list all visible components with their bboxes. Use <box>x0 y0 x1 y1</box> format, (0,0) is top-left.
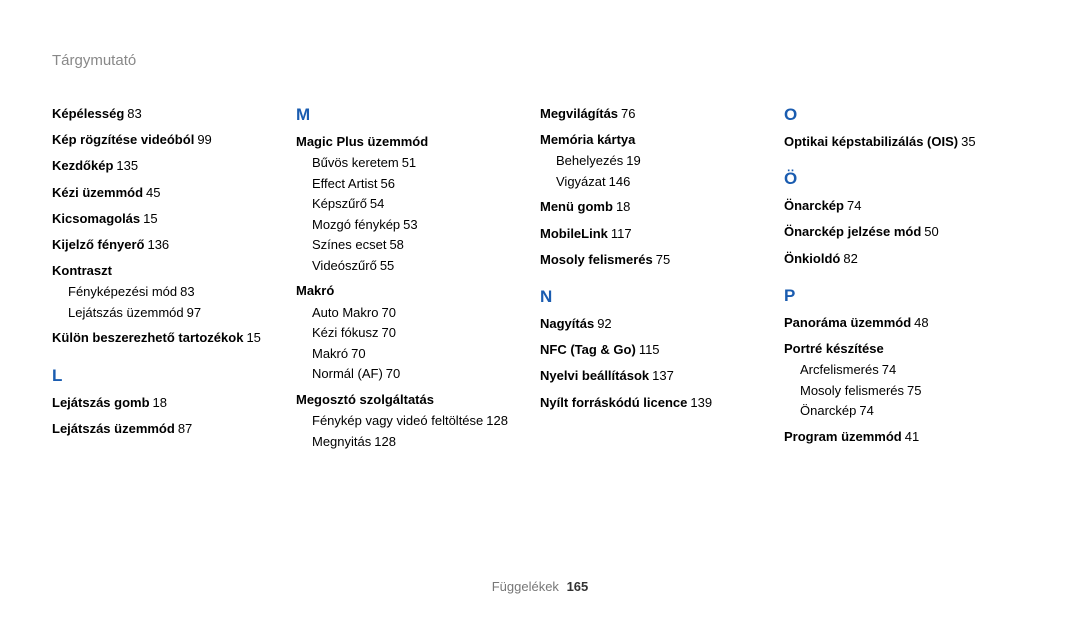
index-entry: Kijelző fényerő136 <box>52 236 276 254</box>
index-subentry: Bűvös keretem51 <box>312 154 520 172</box>
column-4: O Optikai képstabilizálás (OIS)35 Ö Önar… <box>784 105 1028 458</box>
index-entry: Kezdőkép135 <box>52 157 276 175</box>
index-subentry: Arcfelismerés74 <box>800 361 1008 379</box>
index-subentry: Auto Makro70 <box>312 304 520 322</box>
index-subentry: Mozgó fénykép53 <box>312 216 520 234</box>
index-entry: Memória kártya <box>540 131 764 149</box>
index-subentry: Képszűrő54 <box>312 195 520 213</box>
index-entry: Nagyítás92 <box>540 315 764 333</box>
column-2: M Magic Plus üzemmód Bűvös keretem51 Eff… <box>296 105 540 458</box>
index-entry: Lejátszás üzemmód87 <box>52 420 276 438</box>
index-entry: Makró <box>296 282 520 300</box>
index-entry: Panoráma üzemmód48 <box>784 314 1008 332</box>
index-subentry: Videószűrő55 <box>312 257 520 275</box>
index-group-megoszto: Megosztó szolgáltatás Fénykép vagy videó… <box>296 391 520 450</box>
index-entry: Képélesség83 <box>52 105 276 123</box>
index-entry: Optikai képstabilizálás (OIS)35 <box>784 133 1008 151</box>
index-entry: Megosztó szolgáltatás <box>296 391 520 409</box>
index-entry: Lejátszás gomb18 <box>52 394 276 412</box>
index-group-portre: Portré készítése Arcfelismerés74 Mosoly … <box>784 340 1008 420</box>
index-entry: Program üzemmód41 <box>784 428 1008 446</box>
section-letter-m: M <box>296 105 520 125</box>
index-subentry: Lejátszás üzemmód97 <box>68 304 276 322</box>
footer-page-number: 165 <box>567 579 589 594</box>
footer-label: Függelékek <box>492 579 559 594</box>
section-letter-o-umlaut: Ö <box>784 169 1008 189</box>
page-footer: Függelékek 165 <box>0 579 1080 594</box>
column-1: Képélesség83 Kép rögzítése videóból99 Ke… <box>52 105 296 458</box>
section-letter-n: N <box>540 287 764 307</box>
index-columns: Képélesség83 Kép rögzítése videóból99 Ke… <box>52 105 1028 458</box>
index-subentry: Megnyitás128 <box>312 433 520 451</box>
index-subentry: Behelyezés19 <box>556 152 764 170</box>
index-group-memoria: Memória kártya Behelyezés19 Vigyázat146 <box>540 131 764 190</box>
index-entry: Kézi üzemmód45 <box>52 184 276 202</box>
index-entry: Menü gomb18 <box>540 198 764 216</box>
index-entry: NFC (Tag & Go)115 <box>540 341 764 359</box>
index-subentry: Mosoly felismerés75 <box>800 382 1008 400</box>
index-entry: Önarckép74 <box>784 197 1008 215</box>
index-entry: Nyílt forráskódú licence139 <box>540 394 764 412</box>
index-entry: MobileLink117 <box>540 225 764 243</box>
index-entry: Kontraszt <box>52 262 276 280</box>
index-entry: Kép rögzítése videóból99 <box>52 131 276 149</box>
index-entry: Önkioldó82 <box>784 250 1008 268</box>
column-3: Megvilágítás76 Memória kártya Behelyezés… <box>540 105 784 458</box>
index-entry: Megvilágítás76 <box>540 105 764 123</box>
index-subentry: Normál (AF)70 <box>312 365 520 383</box>
index-subentry: Fényképezési mód83 <box>68 283 276 301</box>
index-group-makro: Makró Auto Makro70 Kézi fókusz70 Makró70… <box>296 282 520 382</box>
index-subentry: Színes ecset58 <box>312 236 520 254</box>
index-subentry: Effect Artist56 <box>312 175 520 193</box>
index-group-kontraszt: Kontraszt Fényképezési mód83 Lejátszás ü… <box>52 262 276 321</box>
index-entry: Önarckép jelzése mód50 <box>784 223 1008 241</box>
index-entry: Magic Plus üzemmód <box>296 133 520 151</box>
index-entry: Külön beszerezhető tartozékok15 <box>52 329 276 347</box>
index-subentry: Makró70 <box>312 345 520 363</box>
index-subentry: Vigyázat146 <box>556 173 764 191</box>
index-subentry: Önarckép74 <box>800 402 1008 420</box>
section-letter-o: O <box>784 105 1008 125</box>
index-subentry: Kézi fókusz70 <box>312 324 520 342</box>
page-title: Tárgymutató <box>52 52 136 69</box>
index-entry: Kicsomagolás15 <box>52 210 276 228</box>
section-letter-p: P <box>784 286 1008 306</box>
index-subentry: Fénykép vagy videó feltöltése128 <box>312 412 520 430</box>
index-entry: Nyelvi beállítások137 <box>540 367 764 385</box>
index-entry: Mosoly felismerés75 <box>540 251 764 269</box>
index-entry: Portré készítése <box>784 340 1008 358</box>
section-letter-l: L <box>52 366 276 386</box>
index-group-magic: Magic Plus üzemmód Bűvös keretem51 Effec… <box>296 133 520 274</box>
